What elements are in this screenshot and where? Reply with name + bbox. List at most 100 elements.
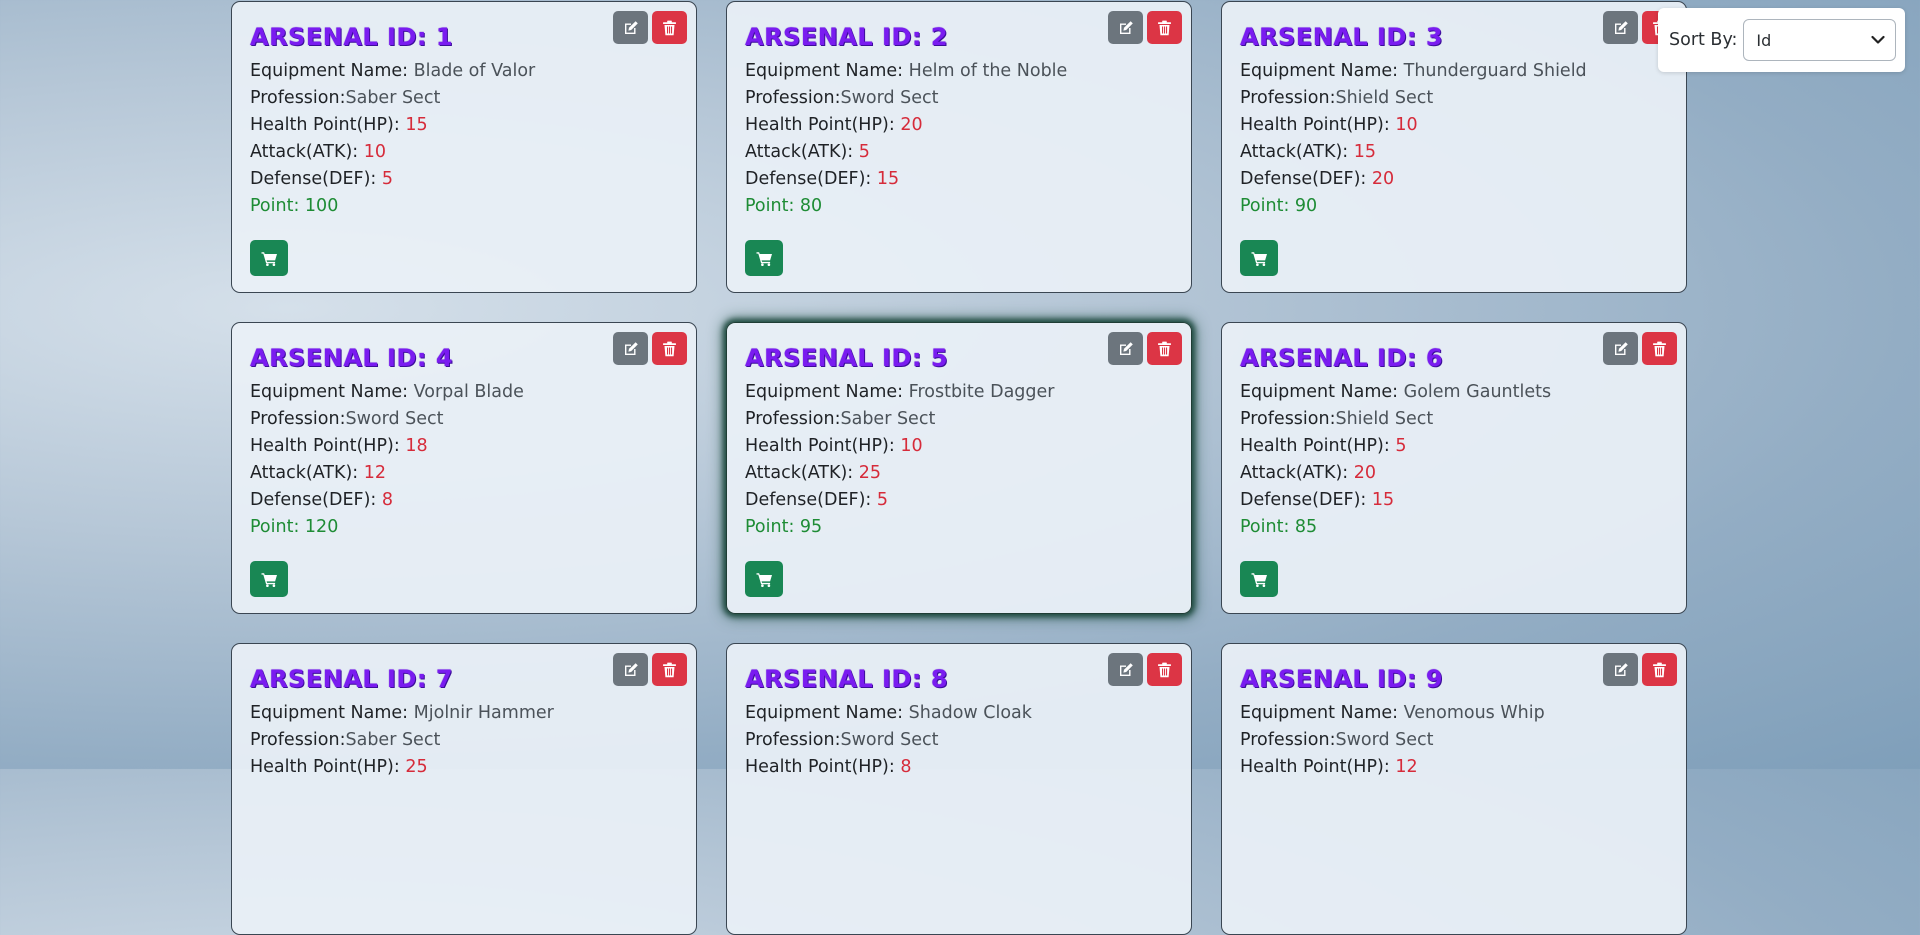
- edit-button[interactable]: [1108, 332, 1143, 365]
- delete-button[interactable]: [652, 332, 687, 365]
- add-to-cart-button[interactable]: [745, 240, 783, 276]
- arsenal-card: ARSENAL ID: 4 Equipment Name: Vorpal Bla…: [231, 322, 697, 614]
- cart-icon: [261, 572, 277, 587]
- equipment-name-row: Equipment Name: Vorpal Blade: [250, 382, 524, 402]
- delete-button[interactable]: [1147, 653, 1182, 686]
- point-row: Point: 100: [250, 196, 339, 216]
- sort-panel: Sort By: Id: [1658, 8, 1905, 72]
- sort-label: Sort By:: [1669, 30, 1738, 50]
- cart-icon: [756, 251, 772, 266]
- arsenal-card: ARSENAL ID: 1 Equipment Name: Blade of V…: [231, 1, 697, 293]
- atk-row: Attack(ATK): 20: [1240, 463, 1377, 483]
- trash-icon: [663, 341, 676, 356]
- sort-select[interactable]: Id: [1743, 19, 1897, 61]
- edit-icon: [1119, 20, 1133, 34]
- atk-row: Attack(ATK): 15: [1240, 142, 1377, 162]
- edit-button[interactable]: [1603, 653, 1638, 686]
- arsenal-card: ARSENAL ID: 8 Equipment Name: Shadow Clo…: [726, 643, 1192, 935]
- sort-selected-value: Id: [1756, 30, 1772, 50]
- hp-row: Health Point(HP): 8: [745, 757, 912, 777]
- add-to-cart-button[interactable]: [745, 561, 783, 597]
- trash-icon: [1158, 341, 1171, 356]
- point-row: Point: 85: [1240, 517, 1318, 537]
- profession-row: Profession:Sword Sect: [250, 409, 444, 429]
- point-row: Point: 95: [745, 517, 823, 537]
- def-row: Defense(DEF): 5: [745, 490, 888, 510]
- delete-button[interactable]: [652, 653, 687, 686]
- def-row: Defense(DEF): 15: [1240, 490, 1395, 510]
- edit-icon: [1119, 662, 1133, 676]
- edit-button[interactable]: [1603, 11, 1638, 44]
- arsenal-card: ARSENAL ID: 3 Equipment Name: Thundergua…: [1221, 1, 1687, 293]
- point-row: Point: 120: [250, 517, 339, 537]
- arsenal-card: ARSENAL ID: 2 Equipment Name: Helm of th…: [726, 1, 1192, 293]
- arsenal-card: ARSENAL ID: 5 Equipment Name: Frostbite …: [726, 322, 1192, 614]
- arsenal-card: ARSENAL ID: 9 Equipment Name: Venomous W…: [1221, 643, 1687, 935]
- hp-row: Health Point(HP): 10: [1240, 115, 1418, 135]
- edit-icon: [1614, 662, 1628, 676]
- delete-button[interactable]: [652, 11, 687, 44]
- edit-button[interactable]: [613, 332, 648, 365]
- profession-row: Profession:Saber Sect: [745, 409, 936, 429]
- hp-row: Health Point(HP): 20: [745, 115, 923, 135]
- arsenal-card-grid: ARSENAL ID: 1 Equipment Name: Blade of V…: [231, 1, 1687, 935]
- edit-icon: [624, 341, 638, 355]
- edit-icon: [624, 662, 638, 676]
- add-to-cart-button[interactable]: [1240, 561, 1278, 597]
- chevron-down-icon: [1871, 35, 1886, 44]
- arsenal-card: ARSENAL ID: 6 Equipment Name: Golem Gaun…: [1221, 322, 1687, 614]
- profession-row: Profession:Sword Sect: [745, 730, 939, 750]
- add-to-cart-button[interactable]: [250, 561, 288, 597]
- hp-row: Health Point(HP): 5: [1240, 436, 1407, 456]
- def-row: Defense(DEF): 15: [745, 169, 900, 189]
- atk-row: Attack(ATK): 5: [745, 142, 870, 162]
- def-row: Defense(DEF): 8: [250, 490, 393, 510]
- delete-button[interactable]: [1642, 332, 1677, 365]
- trash-icon: [1158, 20, 1171, 35]
- profession-row: Profession:Saber Sect: [250, 730, 441, 750]
- equipment-name-row: Equipment Name: Mjolnir Hammer: [250, 703, 554, 723]
- edit-icon: [1614, 20, 1628, 34]
- delete-button[interactable]: [1147, 11, 1182, 44]
- hp-row: Health Point(HP): 12: [1240, 757, 1418, 777]
- equipment-name-row: Equipment Name: Frostbite Dagger: [745, 382, 1055, 402]
- add-to-cart-button[interactable]: [1240, 240, 1278, 276]
- edit-button[interactable]: [613, 653, 648, 686]
- cart-icon: [1251, 251, 1267, 266]
- add-to-cart-button[interactable]: [250, 240, 288, 276]
- edit-button[interactable]: [1108, 11, 1143, 44]
- equipment-name-row: Equipment Name: Golem Gauntlets: [1240, 382, 1552, 402]
- delete-button[interactable]: [1642, 653, 1677, 686]
- def-row: Defense(DEF): 5: [250, 169, 393, 189]
- atk-row: Attack(ATK): 12: [250, 463, 387, 483]
- trash-icon: [663, 20, 676, 35]
- def-row: Defense(DEF): 20: [1240, 169, 1395, 189]
- profession-row: Profession:Sword Sect: [1240, 730, 1434, 750]
- profession-row: Profession:Saber Sect: [250, 88, 441, 108]
- profession-row: Profession:Shield Sect: [1240, 409, 1434, 429]
- hp-row: Health Point(HP): 25: [250, 757, 428, 777]
- edit-button[interactable]: [613, 11, 648, 44]
- edit-button[interactable]: [1108, 653, 1143, 686]
- trash-icon: [663, 662, 676, 677]
- edit-icon: [624, 20, 638, 34]
- atk-row: Attack(ATK): 10: [250, 142, 387, 162]
- edit-icon: [1119, 341, 1133, 355]
- trash-icon: [1158, 662, 1171, 677]
- profession-row: Profession:Shield Sect: [1240, 88, 1434, 108]
- atk-row: Attack(ATK): 25: [745, 463, 882, 483]
- equipment-name-row: Equipment Name: Blade of Valor: [250, 61, 536, 81]
- point-row: Point: 80: [745, 196, 823, 216]
- cart-icon: [261, 251, 277, 266]
- profession-row: Profession:Sword Sect: [745, 88, 939, 108]
- equipment-name-row: Equipment Name: Helm of the Noble: [745, 61, 1068, 81]
- hp-row: Health Point(HP): 10: [745, 436, 923, 456]
- arsenal-card: ARSENAL ID: 7 Equipment Name: Mjolnir Ha…: [231, 643, 697, 935]
- point-row: Point: 90: [1240, 196, 1318, 216]
- trash-icon: [1653, 662, 1666, 677]
- hp-row: Health Point(HP): 15: [250, 115, 428, 135]
- delete-button[interactable]: [1147, 332, 1182, 365]
- trash-icon: [1653, 341, 1666, 356]
- cart-icon: [1251, 572, 1267, 587]
- edit-button[interactable]: [1603, 332, 1638, 365]
